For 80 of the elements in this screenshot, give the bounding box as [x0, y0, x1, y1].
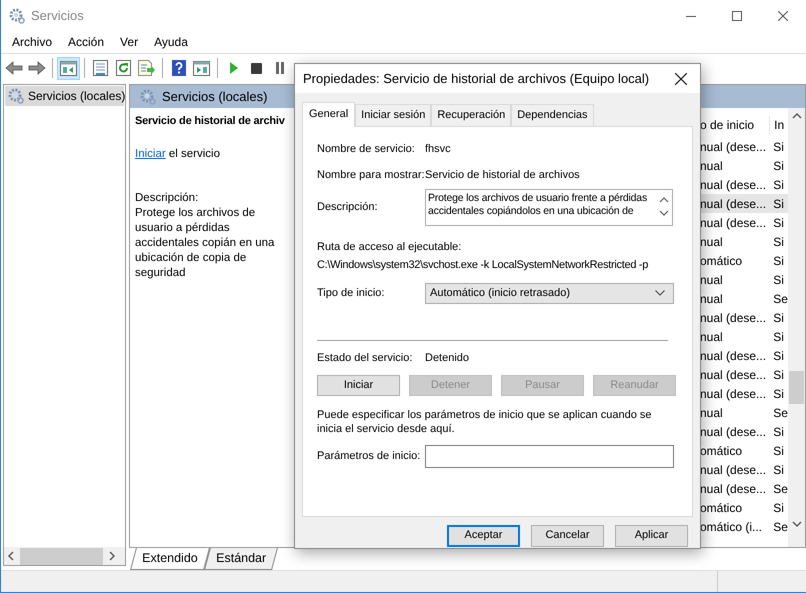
view-tab[interactable]: Extendido	[130, 548, 210, 570]
table-cell-text: Si	[772, 196, 785, 212]
field-value: Detenido	[425, 350, 470, 366]
table-cell-text: Si	[772, 366, 785, 384]
table-cell-text: nual	[700, 328, 724, 346]
table-cell-text: Si	[772, 442, 785, 460]
table-cell-text: nual (dese...	[700, 386, 768, 402]
dialog-button[interactable]: Aceptar	[447, 524, 520, 546]
table-cell-text: omático (i...	[700, 518, 764, 536]
table-cell-text: Si	[772, 462, 785, 478]
table-cell-text: Si	[772, 500, 785, 516]
table-cell-text: Si	[772, 272, 785, 288]
table-cell-text: Se	[772, 480, 788, 498]
table-cell-text: nual (dese...	[700, 348, 768, 364]
start-link[interactable]: Iniciar	[135, 148, 166, 160]
menu-item[interactable]: Ver	[112, 33, 146, 51]
tab[interactable]: Dependencias	[511, 104, 594, 126]
table-cell-text: nual (dese...	[700, 424, 768, 440]
field-label: Descripción:	[317, 200, 379, 215]
table-cell-text: Si	[772, 424, 785, 440]
table-cell-text: Si	[772, 328, 785, 346]
description-field[interactable]: Protege los archivos de usuario frente a pérdidas accidentales copiándolos en una ubicación de	[425, 188, 673, 226]
tree-item[interactable]: Servicios (locales)	[5, 86, 124, 106]
table-cell-text: nual (dese...	[700, 176, 768, 194]
table-cell-text: omático	[700, 442, 744, 460]
table-cell-text: Si	[772, 310, 785, 326]
window-title: Servicios	[31, 6, 84, 25]
table-cell-text: Se	[772, 518, 788, 536]
table-cell-text: Se	[772, 404, 788, 422]
table-cell-text: nual	[700, 158, 724, 174]
startup-type-dropdown[interactable]: Automático (inicio retrasado)	[425, 282, 674, 304]
table-cell-text: Si	[772, 214, 785, 232]
view-tab[interactable]: Estándar	[204, 548, 278, 570]
table-cell-text: Si	[772, 158, 785, 174]
description-label: Descripción:	[135, 191, 200, 206]
table-cell-text: Si	[772, 176, 785, 194]
table-cell-text: nual	[700, 234, 724, 250]
field-label: Ruta de acceso al ejecutable:	[317, 240, 462, 254]
field-label: Parámetros de inicio:	[317, 449, 422, 464]
table-cell-text: nual (dese...	[700, 366, 768, 384]
table-cell-text: Si	[772, 234, 785, 250]
field-label: Nombre de servicio:	[317, 142, 416, 156]
table-cell-text: Si	[772, 348, 785, 364]
field-value: Servicio de historial de archivos	[425, 168, 580, 183]
table-cell-text: Se	[772, 290, 788, 308]
table-cell-text: Si	[772, 386, 785, 402]
table-cell-text: omático	[700, 252, 744, 270]
table-cell-text: nual (dese...	[700, 480, 768, 498]
table-cell-text: nual	[700, 290, 724, 308]
tab[interactable]: General	[302, 102, 356, 126]
menu-item[interactable]: Archivo	[4, 33, 60, 51]
field-label: Estado del servicio:	[317, 350, 414, 366]
tab[interactable]: Recuperación	[431, 104, 512, 126]
menu-item[interactable]: Ayuda	[146, 33, 196, 51]
table-cell-text: omático	[700, 500, 744, 516]
table-cell-text: nual	[700, 272, 724, 288]
table-cell-text: nual (dese...	[700, 196, 768, 212]
table-cell-text: nual (dese...	[700, 214, 768, 232]
dialog-button[interactable]: Aplicar	[615, 524, 688, 546]
table-cell-text: nual (dese...	[700, 462, 768, 478]
table-cell-text: nual (dese...	[700, 310, 768, 326]
field-label: Nombre para mostrar:	[317, 168, 425, 183]
tab[interactable]: Iniciar sesión	[355, 104, 432, 126]
table-cell-text: nual	[700, 404, 724, 422]
menu-item[interactable]: Acción	[60, 33, 112, 51]
action-text: Iniciar el servicio	[135, 147, 222, 162]
table-cell-text: Si	[772, 252, 785, 270]
field-label: Tipo de inicio:	[317, 286, 386, 301]
service-button[interactable]: Iniciar	[317, 375, 400, 396]
help-text: Puede especificar los parámetros de inicio que se aplican cuando se inicia el servicio desde aquí.	[317, 408, 652, 436]
dialog-title: Propiedades: Servicio de historial de archivos (Equipo local)	[303, 70, 650, 88]
panel-title: Servicios (locales)	[162, 88, 268, 106]
table-cell-text: nual (dese...	[700, 138, 768, 156]
table-cell-text: Si	[772, 138, 785, 156]
path-value: C:\Windows\system32\svchost.exe -k LocalSystemNetworkRestricted -p	[317, 258, 648, 273]
description-text: Protege los archivos de usuario a pérdidas accidentales copián en una ubicación de copia de seguridad	[135, 206, 276, 281]
dialog-button[interactable]: Cancelar	[531, 524, 604, 546]
service-title: Servicio de historial de archiv	[135, 114, 286, 129]
row-highlight[interactable]: nual (dese... Si	[700, 194, 788, 213]
field-value: fhsvc	[425, 142, 451, 156]
